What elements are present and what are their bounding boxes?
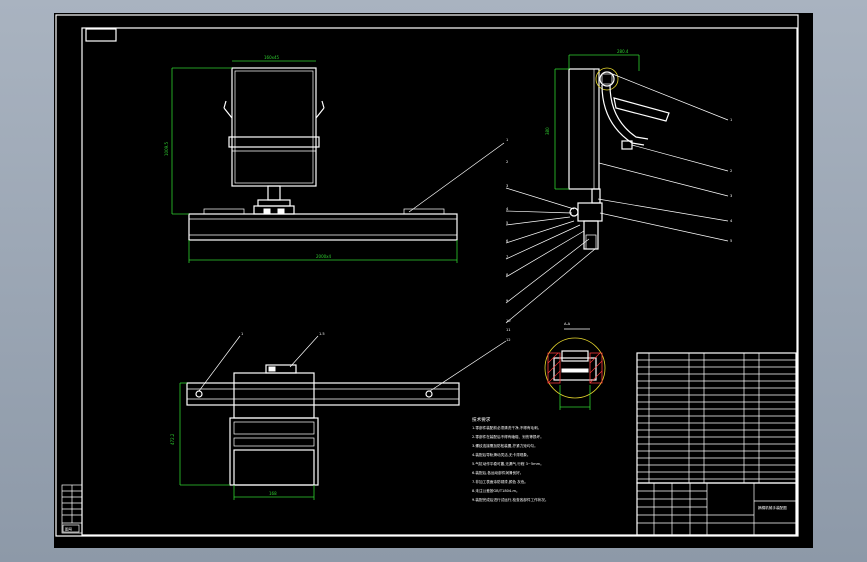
left-callout-7: 7 [506, 255, 508, 259]
note-5: 5.气缸动作平稳可靠,无漏气,行程 3~5mm。 [472, 461, 544, 466]
dim-rail-length: 2000x4 [316, 254, 332, 259]
dim-side-height: 380 [545, 127, 550, 135]
note-9: 9.装配完成后进行试运行,检查各部件工作状况。 [472, 497, 548, 502]
technical-notes: 技术要求 1.零部件装配前必须清洗干净,不得有毛刺。 2.零部件在装配后不得有磕… [472, 416, 548, 502]
parts-list [636, 352, 797, 484]
side-view: 280.4 380 1 2 3 4 5 [505, 49, 733, 324]
plan-view: 472.2 168 1 1.5 [170, 332, 507, 500]
side-callout-3: 3 [730, 194, 732, 198]
note-7: 7.非加工表面涂防锈漆,颜色 灰色。 [472, 479, 528, 484]
note-3: 3.螺纹连接需加防松装置,拧紧力矩均匀。 [472, 443, 538, 448]
cad-viewport[interactable]: 图号 160x45 1009.5 2000x4 280.4 380 1 2 3 … [54, 13, 813, 548]
left-callout-8: 8 [506, 273, 509, 277]
dim-front-top: 160x45 [264, 55, 280, 60]
side-callout-4: 4 [730, 219, 733, 223]
dim-side-top: 280.4 [617, 49, 629, 54]
left-callout-5: 5 [506, 221, 508, 225]
corner-label: 图号 [65, 527, 73, 532]
left-callout-10: 10 [506, 319, 511, 323]
side-callout-5: 5 [730, 239, 732, 243]
note-2: 2.零部件在装配后不得有磕碰、划伤等损坏。 [472, 434, 544, 439]
assembly-drawing: 图号 160x45 1009.5 2000x4 280.4 380 1 2 3 … [55, 14, 799, 537]
left-callout-12: 12 [506, 338, 511, 342]
front-view: 160x45 1009.5 2000x4 [164, 55, 505, 263]
title-block-name: 摘棉机械手装配图 [758, 505, 787, 510]
section-label: A-A [564, 322, 571, 326]
left-callout-1: 1 [506, 138, 508, 142]
side-callout-2: 2 [730, 169, 732, 173]
center-callouts: 1 2 3 4 5 6 7 8 9 10 11 12 [506, 138, 511, 342]
dim-front-height: 1009.5 [164, 142, 169, 156]
left-callout-4: 4 [506, 207, 509, 211]
notes-title: 技术要求 [472, 416, 491, 423]
plan-callout-1: 1 [241, 332, 243, 336]
side-callout-1: 1 [730, 118, 732, 122]
binding-strip: 图号 [61, 484, 83, 534]
note-1: 1.零部件装配前必须清洗干净,不得有毛刺。 [472, 425, 541, 430]
note-4: 4.装配后导轨滑动灵活,无卡滞现象。 [472, 452, 530, 457]
note-6: 6.装配后,各运动部件润滑良好。 [472, 470, 523, 475]
top-left-code-box [85, 28, 117, 42]
dim-plan-width: 168 [269, 491, 277, 496]
dim-plan-height: 472.2 [170, 433, 175, 445]
note-8: 8.未注公差按GB/T1804-m。 [472, 488, 520, 493]
inner-frame [81, 27, 798, 536]
left-callout-11: 11 [506, 328, 511, 332]
section-a-a: A-A [544, 322, 606, 410]
left-callout-3: 3 [506, 184, 508, 188]
title-block: 摘棉机械手装配图 [636, 482, 797, 536]
plan-callout-2: 1.5 [319, 332, 325, 336]
left-callout-2: 2 [506, 160, 508, 164]
